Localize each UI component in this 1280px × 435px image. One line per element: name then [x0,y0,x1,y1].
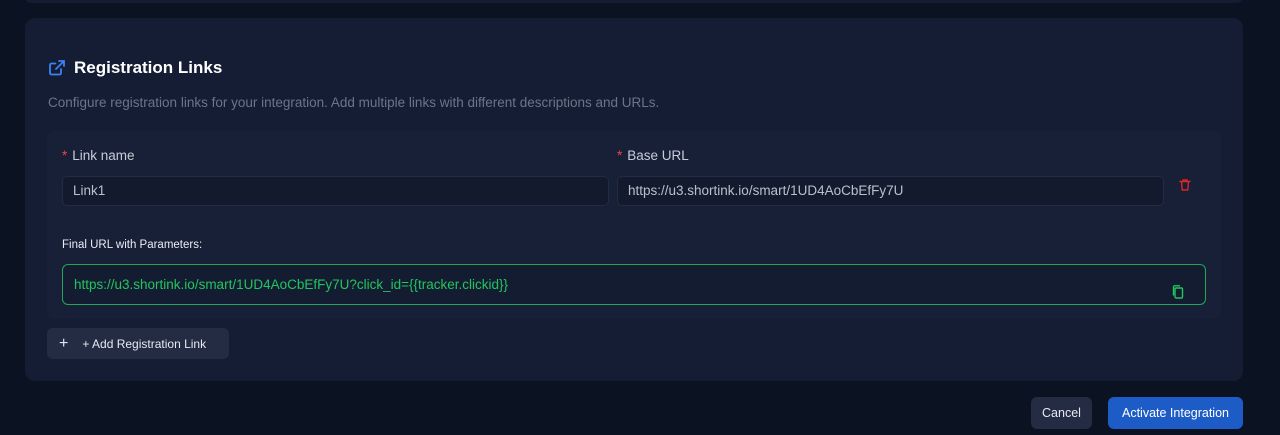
section-description: Configure registration links for your in… [48,95,660,110]
section-header: Registration Links [48,58,222,78]
add-registration-link-button[interactable]: + + Add Registration Link [47,328,229,359]
copy-icon [1171,285,1185,303]
external-link-icon [48,59,66,77]
final-url-field[interactable]: https://u3.shortink.io/smart/1UD4AoCbEfF… [62,264,1206,305]
link-name-input[interactable]: Link1 [62,176,609,206]
base-url-label-text: Base URL [627,148,689,163]
registration-links-card: Registration Links Configure registratio… [25,18,1243,381]
link-name-label-text: Link name [72,148,135,163]
cancel-button[interactable]: Cancel [1031,397,1092,429]
link-name-label: * Link name [62,148,135,163]
registration-link-item: * Link name Link1 * Base URL https://u3.sh… [47,131,1221,319]
delete-link-button[interactable] [1178,178,1200,200]
final-url-text: https://u3.shortink.io/smart/1UD4AoCbEfF… [74,277,509,292]
activate-integration-button[interactable]: Activate Integration [1108,397,1243,429]
base-url-input[interactable]: https://u3.shortink.io/smart/1UD4AoCbEfF… [617,176,1164,206]
copy-url-button[interactable] [1171,276,1187,299]
add-registration-link-label: + Add Registration Link [82,336,207,351]
plus-icon: + [59,334,69,352]
section-title: Registration Links [74,58,223,77]
trash-icon [1178,179,1192,196]
previous-section-card [25,0,1243,3]
required-marker: * [617,148,623,163]
base-url-label: * Base URL [617,148,689,163]
final-url-label: Final URL with Parameters: [62,239,203,251]
required-marker: * [62,148,68,163]
